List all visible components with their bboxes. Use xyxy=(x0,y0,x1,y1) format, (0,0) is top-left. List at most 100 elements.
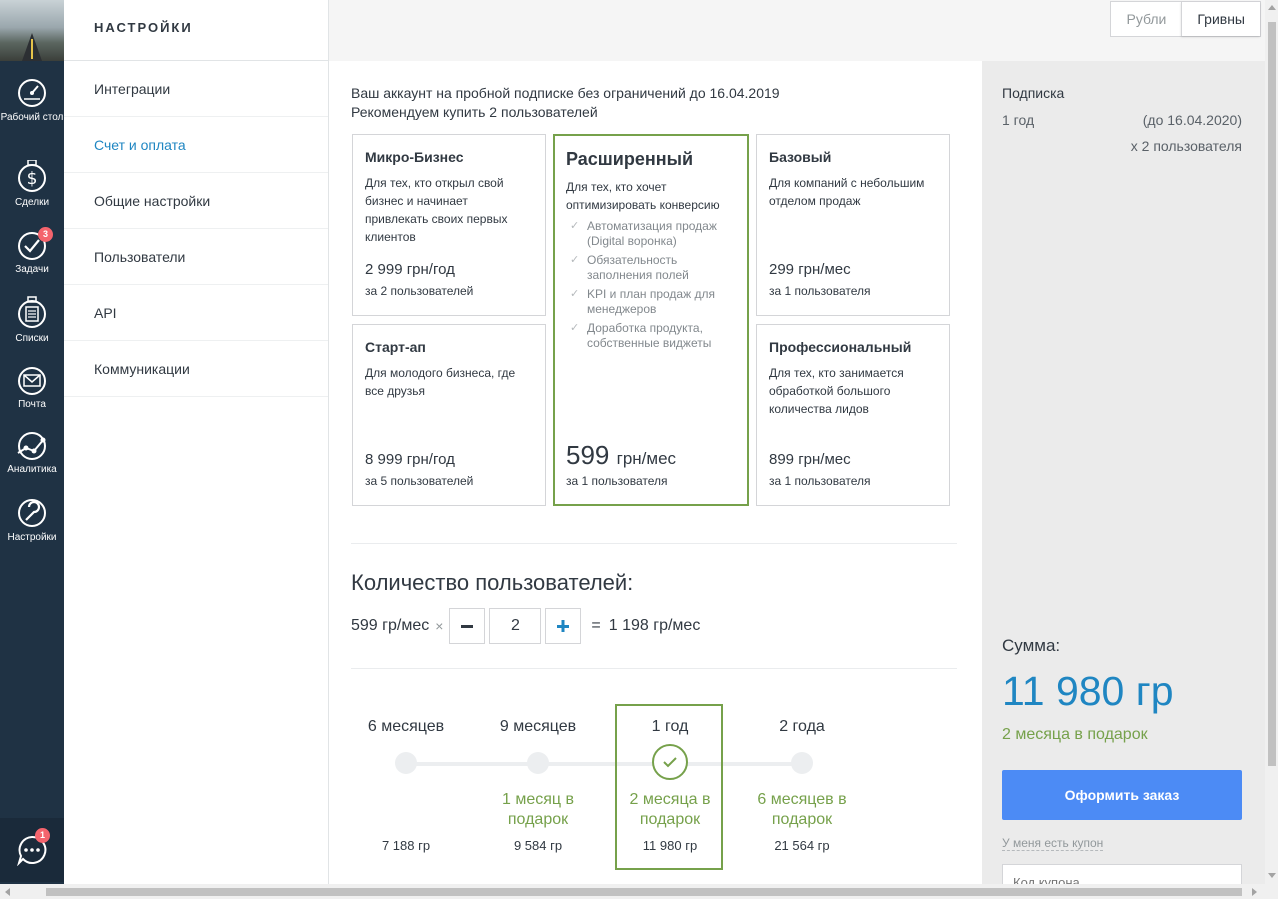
period-dot xyxy=(395,752,417,774)
plan-description: Для тех, кто занимается обработкой больш… xyxy=(769,366,904,416)
nav-label-tasks: Задачи xyxy=(15,264,49,275)
submenu-item-billing[interactable]: Счет и оплата xyxy=(64,117,328,173)
user-count-row: 599 гр/мес × 2 = 1 198 гр/мес xyxy=(351,608,700,644)
nav-label-lists: Списки xyxy=(15,333,49,344)
divider xyxy=(351,668,957,669)
plan-feature: ✓ Доработка продукта, собственные виджеты xyxy=(570,321,712,350)
plan-users: за 1 пользователя xyxy=(769,284,871,298)
avatar-road-line xyxy=(31,39,33,59)
scroll-left-arrow-icon[interactable] xyxy=(5,888,10,896)
period-gift: 1 месяц в подарок xyxy=(501,791,574,828)
plan-price-unit: грн/мес xyxy=(616,449,677,468)
tasks-badge: 3 xyxy=(38,227,53,242)
plan-users: за 2 пользователей xyxy=(365,284,474,298)
user-quantity-input[interactable]: 2 xyxy=(489,608,542,644)
place-order-button[interactable]: Оформить заказ xyxy=(1002,770,1242,820)
submenu-item-communications[interactable]: Коммуникации xyxy=(64,341,328,397)
increment-button[interactable] xyxy=(545,608,582,644)
user-count-title: Количество пользователей: xyxy=(351,570,634,595)
plan-price: 2 999 грн/год xyxy=(365,261,455,278)
plan-card-pro[interactable]: Профессиональный Для тех, кто занимается… xyxy=(756,324,950,506)
account-avatar[interactable] xyxy=(0,0,64,61)
period-label: 6 месяцев xyxy=(367,718,445,735)
plan-card-micro[interactable]: Микро-Бизнес Для тех, кто открыл свой би… xyxy=(352,134,546,316)
plan-price: 299 грн/мес xyxy=(769,261,851,278)
plan-name: Микро-Бизнес xyxy=(365,149,464,165)
nav-item-settings[interactable]: Настройки xyxy=(0,497,64,544)
trial-notice: Ваш аккаунт на пробной подписке без огра… xyxy=(351,84,780,122)
plan-card-basic[interactable]: Базовый Для компаний с небольшим отделом… xyxy=(756,134,950,316)
scroll-right-arrow-icon[interactable] xyxy=(1252,888,1257,896)
subscription-label: Подписка xyxy=(1002,85,1065,101)
plan-name: Расширенный xyxy=(566,149,694,169)
plan-description: Для молодого бизнеса, где все друзья xyxy=(365,366,516,398)
nav-item-tasks[interactable]: Задачи 3 xyxy=(0,227,64,276)
currency-switch: Рубли Гривны xyxy=(1110,1,1261,37)
dashboard-icon xyxy=(18,79,46,107)
nav-item-lists[interactable]: Списки xyxy=(0,296,64,345)
total-gift: 2 месяца в подарок xyxy=(1002,726,1148,743)
equals-sign: = xyxy=(591,617,601,634)
settings-submenu: НАСТРОЙКИ Интеграции Счет и оплата Общие… xyxy=(64,0,329,884)
scroll-up-arrow-icon[interactable] xyxy=(1268,5,1276,10)
plan-name: Базовый xyxy=(769,149,832,165)
svg-text:$: $ xyxy=(27,169,38,189)
horizontal-scroll-thumb[interactable] xyxy=(46,888,1242,896)
subscription-until: (до 16.04.2020) xyxy=(1142,112,1242,128)
user-count-total: 1 198 гр/мес xyxy=(608,617,701,634)
dollar-icon: $ xyxy=(18,160,46,192)
plan-feature: ✓ Автоматизация продаж (Digital воронка) xyxy=(570,219,717,248)
period-selected-marker xyxy=(652,744,688,780)
period-gift: 6 месяцев в подарок xyxy=(757,791,847,828)
plan-name: Профессиональный xyxy=(769,339,912,355)
nav-label-dashboard: Рабочий стол xyxy=(0,112,64,123)
submenu-item-integrations[interactable]: Интеграции xyxy=(64,61,328,117)
nav-item-analytics[interactable]: Аналитика xyxy=(0,431,64,476)
plan-price: 899 грн/мес xyxy=(769,451,851,468)
billing-main: Ваш аккаунт на пробной подписке без огра… xyxy=(329,61,982,884)
check-icon: ✓ xyxy=(570,288,580,300)
plus-icon xyxy=(557,620,570,632)
divider xyxy=(351,543,957,544)
total-value: 11 980 гр xyxy=(1002,668,1174,714)
decrement-button[interactable] xyxy=(449,608,486,644)
nav-item-dashboard[interactable]: Рабочий стол xyxy=(0,77,64,124)
total-label: Сумма: xyxy=(1002,636,1061,655)
period-track xyxy=(409,762,799,766)
nav-item-mail[interactable]: Почта xyxy=(0,366,64,411)
plan-users: за 1 пользователя xyxy=(769,474,871,488)
plan-users: за 1 пользователя xyxy=(566,474,668,488)
vertical-scrollbar[interactable] xyxy=(1265,0,1278,884)
plan-card-startup[interactable]: Старт-ап Для молодого бизнеса, где все д… xyxy=(352,324,546,506)
coupon-link[interactable]: У меня есть купон xyxy=(1002,836,1104,851)
wrench-icon xyxy=(18,499,46,527)
nav-label-deals: Сделки xyxy=(14,197,50,208)
minus-icon xyxy=(461,625,474,628)
period-label: 1 год xyxy=(651,718,689,735)
submenu-item-api[interactable]: API xyxy=(64,285,328,341)
nav-label-analytics: Аналитика xyxy=(7,464,57,475)
analytics-icon xyxy=(17,432,46,460)
chat-badge: 1 xyxy=(35,828,50,843)
top-bar: Рубли Гривны xyxy=(329,0,1265,61)
submenu-item-users[interactable]: Пользователи xyxy=(64,229,328,285)
scroll-down-arrow-icon[interactable] xyxy=(1268,873,1276,878)
nav-item-deals[interactable]: $ Сделки xyxy=(0,160,64,209)
check-icon: ✓ xyxy=(570,322,580,334)
left-nav: Рабочий стол $ Сделки Задачи 3 Списки По… xyxy=(0,0,64,899)
submenu-item-general[interactable]: Общие настройки xyxy=(64,173,328,229)
plan-price: 599 грн/мес xyxy=(566,440,676,471)
plan-description: Для компаний с небольшим отделом продаж xyxy=(769,176,925,208)
plan-users: за 5 пользователей xyxy=(365,474,474,488)
plan-card-extended[interactable]: Расширенный Для тех, кто хочет оптимизир… xyxy=(553,134,749,506)
currency-option-uah[interactable]: Гривны xyxy=(1181,2,1260,36)
currency-option-rub[interactable]: Рубли xyxy=(1111,2,1181,36)
horizontal-scrollbar[interactable] xyxy=(0,884,1278,899)
recommendation-line: Рекомендуем купить 2 пользователей xyxy=(351,104,598,120)
period-sum: 11 980 гр xyxy=(642,838,698,853)
chat-button[interactable]: 1 xyxy=(0,818,64,882)
nav-label-settings: Настройки xyxy=(7,532,57,543)
vertical-scroll-thumb[interactable] xyxy=(1268,22,1276,766)
list-icon xyxy=(18,296,46,328)
period-sum: 21 564 гр xyxy=(774,838,830,853)
